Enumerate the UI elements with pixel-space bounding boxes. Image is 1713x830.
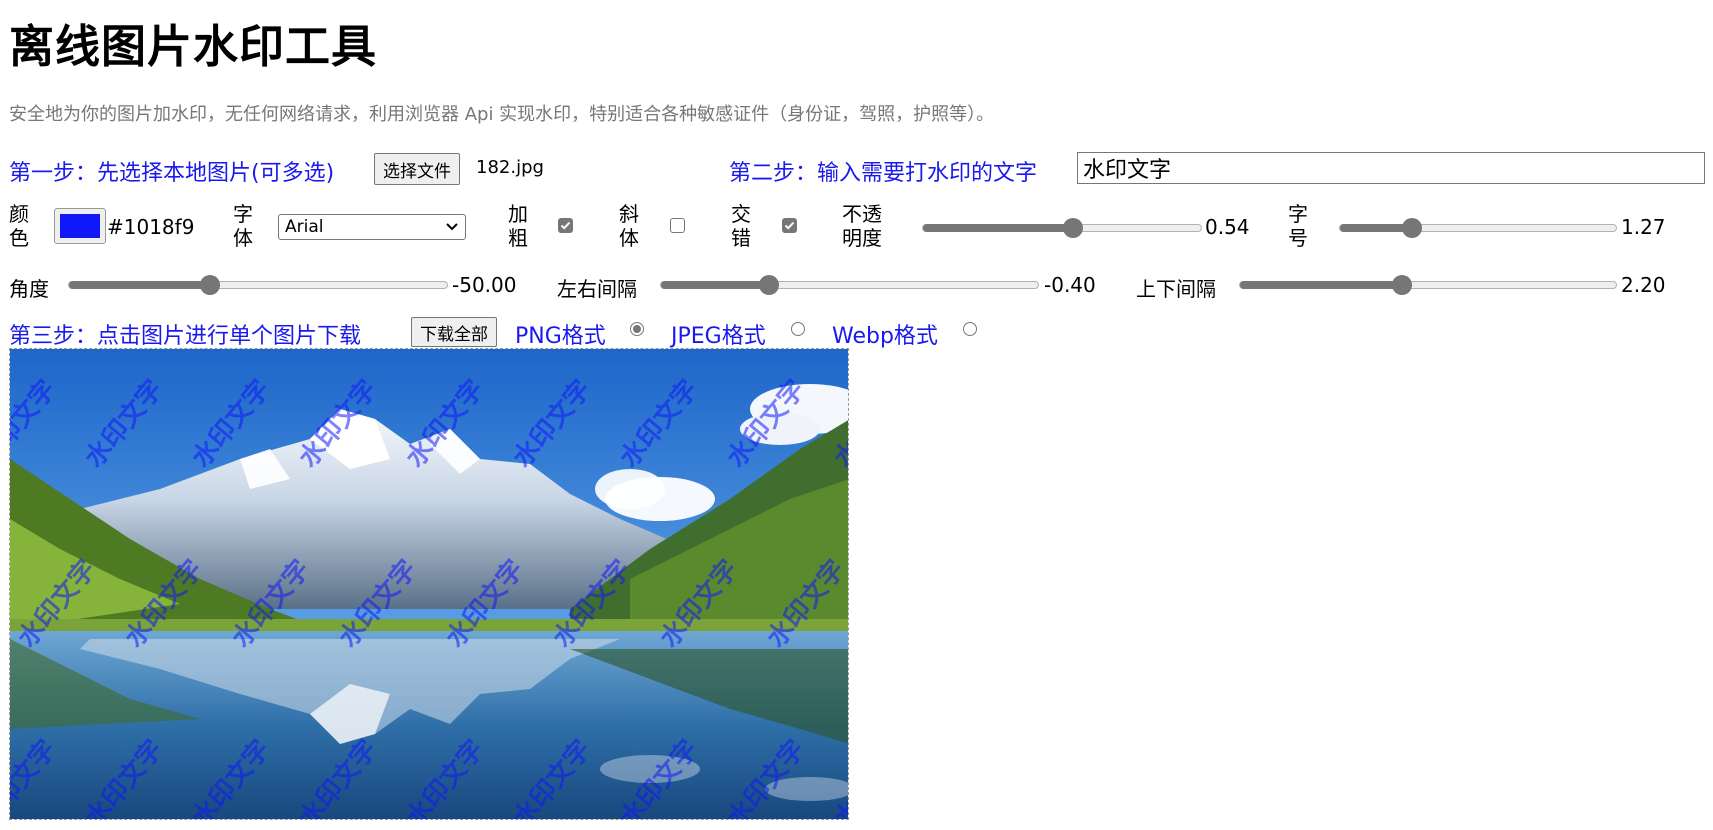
italic-label: 斜体 — [619, 202, 639, 250]
angle-label: 角度 — [9, 277, 49, 301]
font-select-value: Arial — [285, 217, 324, 237]
bold-checkbox[interactable] — [558, 218, 573, 233]
stagger-label: 交错 — [731, 202, 751, 250]
fontsize-value: 1.27 — [1621, 215, 1666, 239]
choose-file-button[interactable]: 选择文件 — [374, 153, 460, 185]
chevron-down-icon — [445, 217, 459, 237]
angle-slider[interactable] — [68, 275, 448, 295]
landscape-photo: 水印文字 水印文字 水印文字 水印文字 水印文字 水印文字 水印文字 水印文字水印文字 水印文字… — [10, 349, 848, 819]
color-label: 颜色 — [9, 202, 29, 250]
color-swatch — [60, 214, 100, 238]
font-label: 字体 — [233, 202, 253, 250]
fontsize-slider[interactable] — [1339, 218, 1617, 238]
step3-label: 第三步：点击图片进行单个图片下载 — [9, 324, 362, 349]
stagger-checkbox[interactable] — [782, 218, 797, 233]
hspacing-slider-thumb[interactable] — [759, 275, 779, 295]
opacity-label: 不透明度 — [842, 202, 882, 250]
opacity-slider[interactable] — [922, 218, 1202, 238]
color-hex: #1018f9 — [107, 215, 195, 239]
hspacing-slider[interactable] — [660, 275, 1039, 295]
format-jpeg-radio[interactable] — [791, 322, 805, 336]
page-title: 离线图片水印工具 — [9, 20, 378, 73]
hspacing-value: -0.40 — [1044, 273, 1096, 297]
opacity-value: 0.54 — [1205, 215, 1250, 239]
vspacing-label: 上下间隔 — [1136, 277, 1216, 301]
angle-value: -50.00 — [452, 273, 517, 297]
selected-filename: 182.jpg — [476, 157, 544, 178]
font-select[interactable]: Arial — [278, 214, 466, 240]
angle-slider-fill — [69, 281, 210, 289]
format-webp-radio[interactable] — [963, 322, 977, 336]
vspacing-slider[interactable] — [1239, 275, 1617, 295]
step2-label: 第二步：输入需要打水印的文字 — [729, 161, 1038, 186]
page-description: 安全地为你的图片加水印，无任何网络请求，利用浏览器 Api 实现水印，特别适合各… — [9, 104, 995, 125]
vspacing-slider-fill — [1240, 281, 1402, 289]
format-webp-label: Webp格式 — [832, 324, 938, 349]
opacity-slider-fill — [923, 224, 1073, 232]
bold-label: 加粗 — [508, 202, 528, 250]
step1-label: 第一步：先选择本地图片(可多选) — [9, 161, 335, 186]
format-png-label: PNG格式 — [515, 324, 606, 349]
download-all-button[interactable]: 下载全部 — [411, 317, 497, 347]
italic-checkbox[interactable] — [670, 218, 685, 233]
format-png-radio[interactable] — [630, 322, 644, 336]
hspacing-label: 左右间隔 — [557, 277, 637, 301]
watermark-text-input[interactable] — [1077, 152, 1705, 184]
format-jpeg-label: JPEG格式 — [671, 324, 766, 349]
vspacing-value: 2.20 — [1621, 273, 1666, 297]
fontsize-slider-thumb[interactable] — [1402, 218, 1422, 238]
opacity-slider-thumb[interactable] — [1063, 218, 1083, 238]
watermarked-image-preview[interactable]: 水印文字 水印文字 水印文字 水印文字 水印文字 水印文字 水印文字 水印文字 水印文字 水印文字… — [9, 348, 849, 820]
vspacing-slider-thumb[interactable] — [1392, 275, 1412, 295]
fontsize-label: 字号 — [1288, 202, 1308, 250]
hspacing-slider-fill — [661, 281, 769, 289]
angle-slider-thumb[interactable] — [200, 275, 220, 295]
color-picker[interactable] — [54, 208, 106, 244]
